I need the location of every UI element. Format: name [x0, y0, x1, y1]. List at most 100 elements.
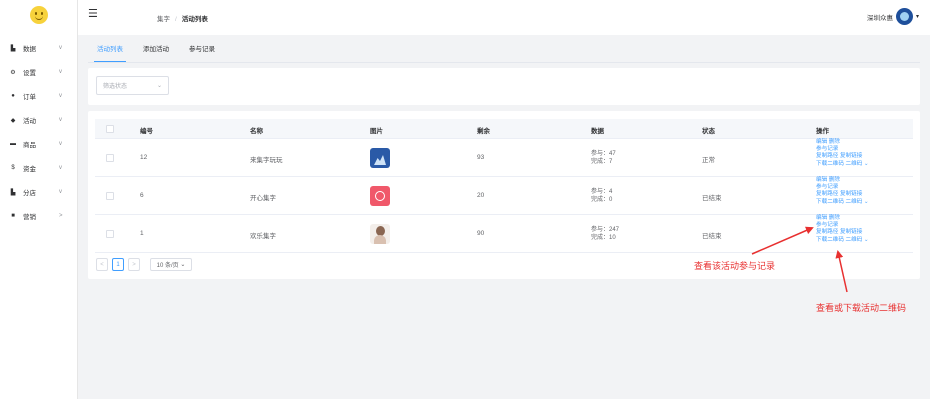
edit-link[interactable]: 编辑	[816, 139, 827, 145]
tab-bar: 活动列表 添加活动 参与记录	[88, 40, 920, 63]
qr-label: 二维码	[845, 160, 863, 167]
chevron-down-icon: v	[59, 45, 62, 51]
qr-dropdown[interactable]: 二维码 ⌄	[846, 161, 869, 167]
sidebar-item-orders[interactable]: ● 订单 v	[0, 84, 77, 108]
row-completed: 完成：7	[591, 159, 613, 165]
chevron-down-icon: ⌄	[180, 262, 186, 268]
tab-activity-list[interactable]: 活动列表	[94, 39, 126, 62]
row-id: 12	[140, 154, 148, 161]
download-qr-link[interactable]: 下载二维码	[816, 199, 844, 205]
chevron-down-icon: v	[59, 141, 62, 147]
row-name: 欢乐集字	[250, 233, 276, 240]
prev-page-button[interactable]: <	[96, 258, 108, 271]
delete-link[interactable]: 删除	[829, 139, 840, 145]
user-menu[interactable]: 深圳众惠 ▾	[867, 8, 919, 25]
download-qr-link[interactable]: 下载二维码	[816, 161, 844, 167]
row-id: 1	[140, 230, 144, 237]
sidebar-item-settings[interactable]: ⚙ 设置 v	[0, 60, 77, 84]
row-checkbox[interactable]	[106, 192, 114, 200]
records-link[interactable]: 参与记录	[816, 146, 838, 152]
records-link[interactable]: 参与记录	[816, 222, 838, 228]
table-row: 6 开心集字 20 参与：4 完成：0 已结束 编辑 删除 参与记录 复制路径 复…	[95, 177, 913, 215]
sidebar-item-label: 营销	[23, 214, 36, 221]
activity-image	[370, 224, 390, 244]
menu-toggle-icon[interactable]: ☰	[88, 9, 98, 20]
sidebar-item-label: 资金	[23, 166, 36, 173]
chevron-down-icon: ⌄	[863, 198, 869, 205]
copy-path-link[interactable]: 复制路径	[816, 229, 838, 235]
sidebar-item-label: 分店	[23, 190, 36, 197]
activity-table-card: 编号 名称 图片 剩余 数据 状态 操作 12 来集字玩玩 93 参与：47 完成…	[88, 111, 920, 279]
edit-link[interactable]: 编辑	[816, 215, 827, 221]
chevron-down-icon: v	[59, 93, 62, 99]
copy-link-link[interactable]: 复制链接	[840, 153, 862, 159]
sidebar-item-label: 活动	[23, 118, 36, 125]
qr-dropdown[interactable]: 二维码 ⌄	[846, 237, 869, 243]
status-filter-select[interactable]: 筛选状态 ⌄	[96, 76, 169, 95]
column-header-data: 数据	[591, 128, 604, 135]
settings-icon: ⚙	[10, 69, 16, 76]
column-header-image: 图片	[370, 128, 383, 135]
smiley-logo-icon	[30, 6, 48, 24]
qr-dropdown[interactable]: 二维码 ⌄	[846, 199, 869, 205]
caret-down-icon: ▾	[915, 14, 919, 20]
edit-link[interactable]: 编辑	[816, 177, 827, 183]
sidebar-item-label: 订单	[23, 94, 36, 101]
page-number-button[interactable]: 1	[112, 258, 124, 271]
row-checkbox[interactable]	[106, 230, 114, 238]
tab-participation-records[interactable]: 参与记录	[186, 39, 218, 62]
qr-annotation: 查看或下载活动二维码	[816, 303, 907, 313]
avatar[interactable]	[895, 8, 913, 25]
sidebar-item-marketing[interactable]: ■ 营销 >	[0, 204, 77, 228]
chevron-down-icon: v	[59, 117, 62, 123]
row-name: 开心集字	[250, 195, 276, 202]
breadcrumb-parent[interactable]: 集字	[157, 16, 170, 23]
breadcrumb: 集字 / 活动列表	[157, 13, 208, 23]
copy-path-link[interactable]: 复制路径	[816, 153, 838, 159]
row-remaining: 93	[477, 154, 485, 161]
sidebar-item-goods[interactable]: ▬ 商品 v	[0, 132, 77, 156]
table-row: 1 欢乐集字 90 参与：247 完成：10 已结束 编辑 删除 参与记录 复制路…	[95, 215, 913, 253]
sidebar-item-label: 商品	[23, 142, 36, 149]
bar-chart-icon: ▙	[10, 45, 16, 52]
user-name: 深圳众惠	[866, 14, 893, 22]
copy-path-link[interactable]: 复制路径	[816, 191, 838, 197]
row-completed: 完成：0	[591, 197, 613, 203]
sidebar-item-activity[interactable]: ◆ 活动 v	[0, 108, 77, 132]
select-all-checkbox[interactable]	[106, 125, 114, 133]
table-row: 12 来集字玩玩 93 参与：47 完成：7 正常 编辑 删除 参与记录 复制路径…	[95, 139, 913, 177]
page-size-select[interactable]: 10 条/页 ⌄	[150, 258, 192, 271]
row-completed: 完成：10	[591, 235, 616, 241]
copy-link-link[interactable]: 复制链接	[840, 229, 862, 235]
filter-panel: 筛选状态 ⌄	[88, 68, 920, 105]
money-icon: $	[11, 165, 15, 171]
row-checkbox[interactable]	[106, 154, 114, 162]
row-participants: 参与：47	[591, 151, 616, 157]
qr-label: 二维码	[845, 236, 863, 243]
column-header-remaining: 剩余	[477, 128, 490, 135]
column-header-name: 名称	[250, 128, 263, 135]
sidebar-item-data[interactable]: ▙ 数据 v	[0, 36, 77, 60]
delete-link[interactable]: 删除	[829, 177, 840, 183]
sidebar-item-branch[interactable]: ▙ 分店 v	[0, 180, 77, 204]
table-header: 编号 名称 图片 剩余 数据 状态 操作	[95, 119, 913, 139]
breadcrumb-current: 活动列表	[181, 16, 208, 23]
row-participants: 参与：247	[591, 227, 620, 233]
sidebar: ▙ 数据 v ⚙ 设置 v ● 订单 v ◆ 活动 v ▬ 商品 v $ 资金 …	[0, 0, 78, 399]
download-qr-link[interactable]: 下载二维码	[816, 237, 844, 243]
copy-link-link[interactable]: 复制链接	[840, 191, 862, 197]
records-link[interactable]: 参与记录	[816, 184, 838, 190]
row-data: 参与：247 完成：10	[591, 226, 619, 242]
delete-link[interactable]: 删除	[829, 215, 840, 221]
tab-add-activity[interactable]: 添加活动	[140, 39, 172, 62]
row-data: 参与：47 完成：7	[591, 150, 616, 166]
row-participants: 参与：4	[591, 189, 613, 195]
sidebar-item-money[interactable]: $ 资金 v	[0, 156, 77, 180]
sidebar-item-label: 数据	[23, 46, 36, 53]
activity-icon: ◆	[10, 117, 16, 124]
row-actions: 编辑 删除 参与记录 复制路径 复制链接 下载二维码 二维码 ⌄	[816, 177, 869, 206]
activity-image	[370, 186, 390, 206]
next-page-button[interactable]: >	[128, 258, 140, 271]
row-actions: 编辑 删除 参与记录 复制路径 复制链接 下载二维码 二维码 ⌄	[816, 139, 869, 168]
row-data: 参与：4 完成：0	[591, 188, 612, 204]
